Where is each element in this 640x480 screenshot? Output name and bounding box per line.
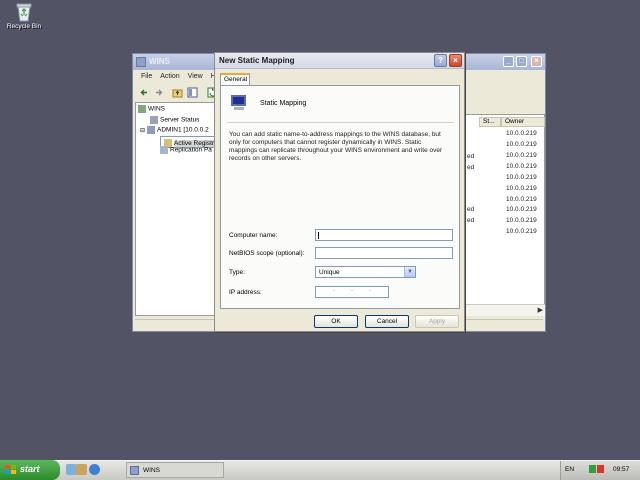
wins-tree-pane[interactable]: WINS Server Status ⊟ ADMIN1 [10.0.0.2 Act…	[135, 102, 217, 316]
wins-menu-bar: File Action View Help	[135, 73, 225, 84]
tree-item-admin1[interactable]: ⊟ ADMIN1 [10.0.0.2	[140, 126, 209, 134]
new-static-mapping-dialog[interactable]: New Static Mapping ? × General Static Ma…	[214, 52, 465, 332]
status-cell: ed	[467, 164, 475, 171]
taskbar-item-label: WINS	[143, 467, 160, 474]
divider	[227, 122, 454, 123]
server-icon	[147, 126, 156, 134]
up-folder-icon[interactable]	[172, 87, 183, 98]
type-select-value: Unique	[319, 269, 340, 276]
recycle-bin-icon	[15, 2, 33, 22]
recycle-bin-label: Recycle Bin	[6, 23, 42, 30]
owner-cell: 10.0.0.219	[506, 152, 537, 159]
netbios-scope-input[interactable]	[315, 247, 453, 259]
ip-address-input[interactable]: · · ·	[315, 286, 389, 298]
dialog-title: New Static Mapping	[219, 56, 295, 65]
owner-cell: 10.0.0.219	[506, 130, 537, 137]
internet-explorer-icon[interactable]	[89, 464, 100, 475]
menu-view[interactable]: View	[188, 73, 203, 80]
help-button[interactable]: ?	[434, 54, 447, 67]
menu-file[interactable]: File	[141, 73, 152, 80]
ip-separator: ·	[369, 288, 371, 294]
owner-cell: 10.0.0.219	[506, 206, 537, 213]
type-label: Type:	[229, 269, 245, 276]
start-button[interactable]: start	[0, 460, 60, 480]
recycle-bin-shortcut[interactable]: Recycle Bin	[4, 2, 44, 30]
wins-taskbar-icon	[130, 466, 139, 475]
forward-arrow-icon[interactable]	[153, 87, 164, 98]
dialog-title-bar[interactable]: New Static Mapping ? ×	[215, 53, 464, 69]
language-indicator[interactable]: EN	[565, 466, 574, 473]
clock[interactable]: 09:57	[613, 466, 629, 473]
minimize-button[interactable]: _	[503, 56, 514, 67]
status-cell: ed	[467, 206, 475, 213]
show-hide-tree-icon[interactable]	[187, 87, 198, 98]
general-tab-panel: Static Mapping You can add static name-t…	[220, 85, 460, 309]
tab-general[interactable]: General	[220, 73, 250, 85]
tree-item-replication-partners[interactable]: Replication Pa	[160, 146, 212, 154]
apply-button[interactable]: Apply	[415, 315, 459, 328]
owner-cell: 10.0.0.219	[506, 228, 537, 235]
ok-button[interactable]: OK	[314, 315, 358, 328]
wins-app-icon	[136, 57, 146, 67]
ip-separator: ·	[351, 288, 353, 294]
owner-cell: 10.0.0.219	[506, 141, 537, 148]
owner-cell: 10.0.0.219	[506, 163, 537, 170]
menu-action[interactable]: Action	[160, 73, 179, 80]
back-arrow-icon[interactable]	[139, 87, 150, 98]
tree-item-wins[interactable]: WINS	[138, 105, 165, 113]
network-icon[interactable]	[589, 465, 596, 473]
owner-cell: 10.0.0.219	[506, 196, 537, 203]
type-select[interactable]: Unique ▼	[315, 266, 416, 278]
ip-address-label: IP address:	[229, 289, 262, 296]
owner-cell: 10.0.0.219	[506, 185, 537, 192]
chevron-down-icon[interactable]: ▼	[404, 267, 415, 277]
owner-cell: 10.0.0.219	[506, 174, 537, 181]
tree-item-server-status[interactable]: Server Status	[150, 116, 199, 124]
wins-window-title: WINS	[149, 57, 170, 66]
security-alert-icon[interactable]	[597, 465, 604, 473]
wins-node-icon	[138, 105, 146, 113]
start-label: start	[20, 464, 40, 474]
status-cell: ed	[467, 153, 475, 160]
ip-separator: ·	[333, 288, 335, 294]
computer-name-label: Computer name:	[229, 232, 278, 239]
server-status-icon	[150, 116, 158, 124]
dialog-description: You can add static name-to-address mappi…	[229, 131, 443, 162]
replication-partners-icon	[160, 146, 168, 154]
cancel-button[interactable]: Cancel	[365, 315, 409, 328]
taskbar-item-wins[interactable]: WINS	[126, 462, 224, 478]
windows-flag-icon	[5, 465, 16, 475]
column-header-owner[interactable]: Owner	[501, 117, 545, 127]
column-header-status[interactable]: St...	[479, 117, 501, 127]
status-cell: ed	[467, 217, 475, 224]
quick-launch-icon[interactable]	[76, 464, 87, 475]
wins-close-button[interactable]: ×	[531, 56, 542, 67]
computer-name-input[interactable]	[315, 229, 453, 241]
scroll-right-icon[interactable]: ▶	[538, 306, 543, 314]
dialog-close-button[interactable]: ×	[449, 54, 462, 67]
dialog-heading: Static Mapping	[260, 100, 307, 107]
netbios-scope-label: NetBIOS scope (optional):	[229, 250, 305, 257]
collapse-icon[interactable]: ⊟	[140, 128, 145, 134]
computer-icon	[230, 95, 248, 113]
maximize-button[interactable]: □	[516, 56, 527, 67]
owner-cell: 10.0.0.219	[506, 217, 537, 224]
